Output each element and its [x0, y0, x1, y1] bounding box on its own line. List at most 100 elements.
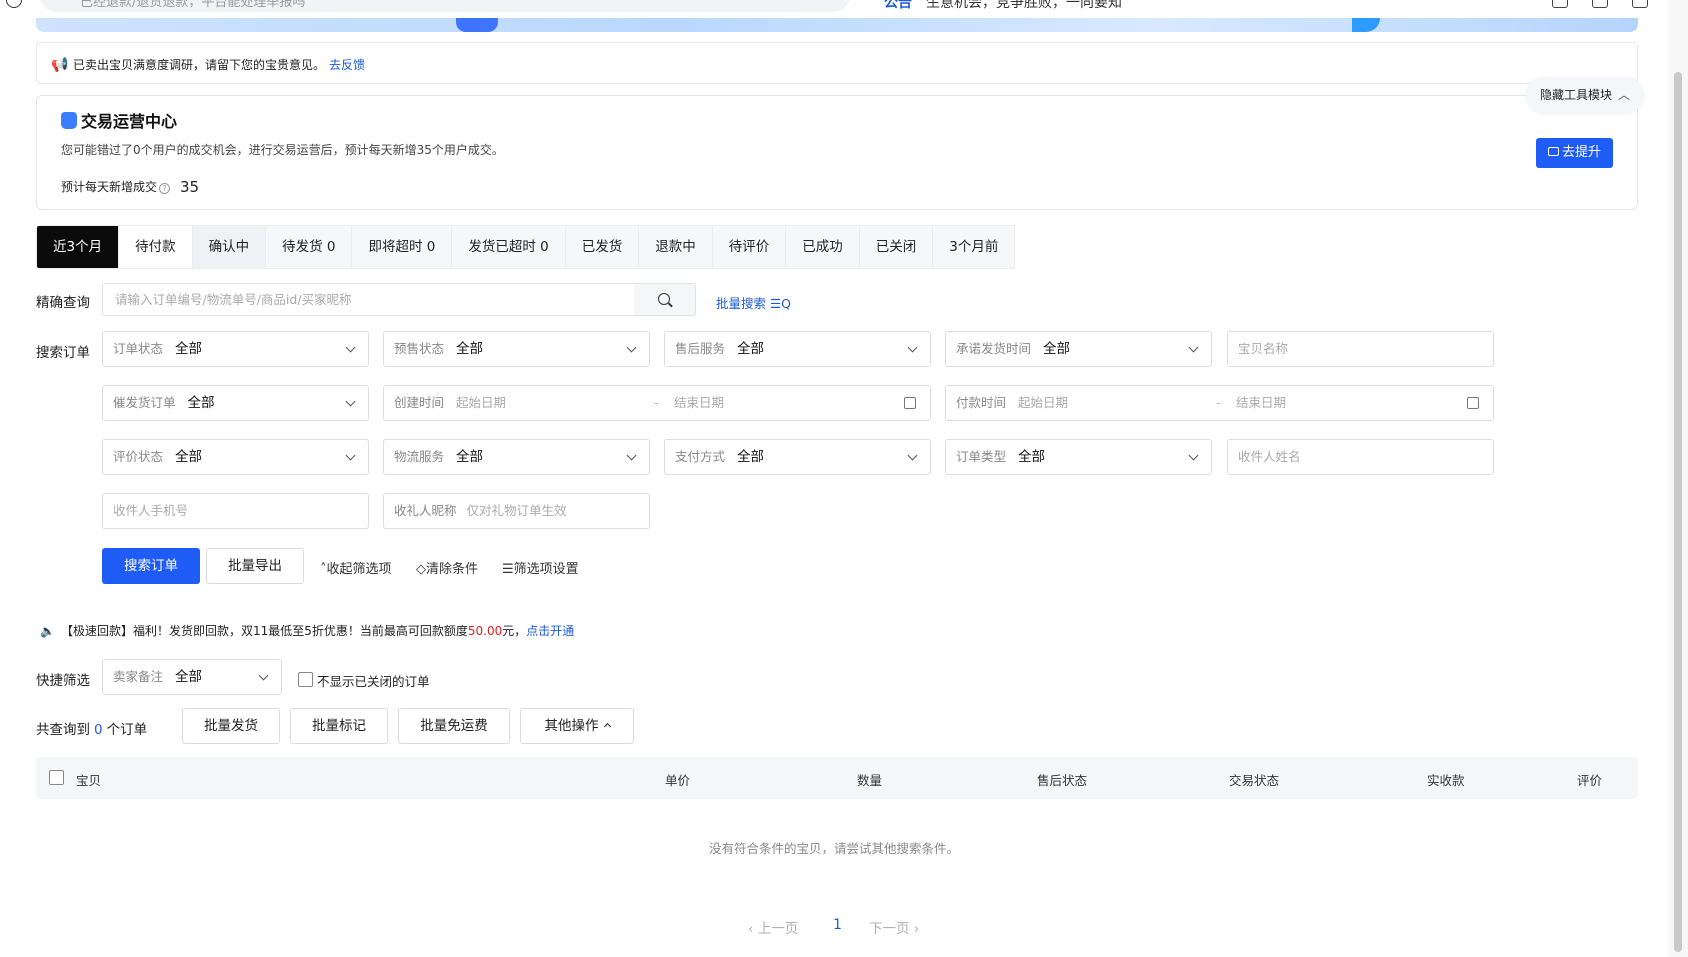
banner-decoration — [1352, 18, 1380, 32]
estimate-value: 35 — [180, 178, 200, 196]
logistics-label: 物流服务 — [394, 449, 445, 464]
money-bag-icon — [61, 112, 77, 129]
promote-button[interactable]: 去提升 — [1536, 138, 1613, 168]
collapse-filters-link[interactable]: ˄收起筛选项 — [320, 558, 392, 577]
receiver-phone-placeholder: 收件人手机号 — [113, 503, 189, 518]
announcement[interactable]: 公告 生意机会，竞争胜败，一向要知 — [884, 0, 1122, 12]
order-type-select[interactable]: 订单类型 全部 — [945, 439, 1212, 475]
hide-closed-checkbox[interactable] — [298, 672, 313, 687]
ops-center-card: 交易运营中心 您可能错过了0个用户的成交机会，进行交易运营后，预计每天新增35个… — [36, 95, 1638, 210]
receiver-name-input[interactable]: 收件人姓名 — [1227, 439, 1494, 475]
global-search-input[interactable]: 已经退款/退货退款，平台能处理举报吗 — [40, 0, 850, 12]
announcement-text: 生意机会，竞争胜败，一向要知 — [926, 0, 1122, 11]
seller-remark-select[interactable]: 卖家备注 全部 — [102, 659, 282, 695]
review-status-select[interactable]: 评价状态 全部 — [102, 439, 369, 475]
chevron-down-icon — [345, 342, 356, 353]
prev-page-button[interactable]: ‹ 上一页 — [748, 917, 798, 937]
tab-pending-review[interactable]: 待评价 — [713, 226, 787, 268]
create-time-start[interactable]: 起始日期 — [456, 395, 506, 410]
feedback-message: 已卖出宝贝满意度调研，请留下您的宝贵意见。 — [73, 58, 326, 72]
collapse-filters-label: 收起筛选项 — [326, 562, 392, 577]
precise-search-input[interactable]: 请输入订单编号/物流单号/商品id/买家昵称 — [102, 283, 635, 316]
scrollbar-thumb[interactable] — [1674, 72, 1682, 952]
order-status-tabs: 近3个月 待付款 确认中 待发货 0 即将超时 0 发货已超时 0 已发货 退款… — [36, 225, 1016, 269]
tab-shipped[interactable]: 已发货 — [566, 226, 640, 268]
promo-activate-link[interactable]: 点击开通 — [526, 624, 574, 638]
promo-amount: 50.00 — [467, 624, 503, 638]
hide-closed-label[interactable]: 不显示已关闭的订单 — [317, 671, 430, 690]
global-search-placeholder: 已经退款/退货退款，平台能处理举报吗 — [80, 0, 306, 10]
chevron-down-icon — [345, 450, 356, 461]
result-count-suffix: 个订单 — [106, 722, 148, 738]
tab-about-to-timeout[interactable]: 即将超时 0 — [352, 226, 453, 268]
tab-pending-payment[interactable]: 待付款 — [119, 226, 193, 268]
column-review: 评价 — [1577, 773, 1603, 788]
help-icon[interactable]: ? — [159, 183, 171, 194]
select-all-checkbox[interactable] — [49, 770, 64, 785]
precise-search-button[interactable] — [634, 283, 696, 316]
chevron-up-icon — [603, 722, 611, 731]
column-aftersale-status: 售后状态 — [1037, 773, 1088, 788]
promo-text: 【极速回款】福利！发货即回款，双11最低至5折优惠！当前最高可回款额度 — [60, 624, 468, 638]
urge-ship-select[interactable]: 催发货订单 全部 — [102, 385, 369, 421]
presale-status-select[interactable]: 预售状态 全部 — [383, 331, 650, 367]
tab-older-than-3-months[interactable]: 3个月前 — [933, 226, 1014, 268]
feedback-bar: 📢 已卖出宝贝满意度调研，请留下您的宝贵意见。 去反馈 — [36, 42, 1638, 84]
scrollbar[interactable] — [1668, 0, 1688, 957]
column-unit-price: 单价 — [665, 773, 691, 788]
hide-tools-toggle[interactable]: 隐藏工具模块 ︿ — [1525, 77, 1644, 113]
search-orders-button[interactable]: 搜索订单 — [102, 548, 200, 584]
payment-method-select[interactable]: 支付方式 全部 — [664, 439, 931, 475]
clear-conditions-link[interactable]: ◇清除条件 — [416, 558, 478, 577]
result-count: 共查询到 0 个订单 — [36, 718, 147, 738]
filter-settings-label: 筛选项设置 — [513, 562, 579, 577]
promote-button-label: 去提升 — [1561, 145, 1601, 160]
receiver-phone-input[interactable]: 收件人手机号 — [102, 493, 369, 529]
eraser-icon: ◇ — [416, 562, 426, 577]
pay-time-end[interactable]: 结束日期 — [1236, 386, 1286, 420]
create-time-range[interactable]: 创建时间 起始日期 - 结束日期 — [383, 385, 931, 421]
page-number-1[interactable]: 1 — [833, 917, 842, 933]
history-icon[interactable] — [6, 0, 22, 8]
calendar-icon — [904, 397, 916, 409]
other-actions-button[interactable]: 其他操作 — [520, 708, 634, 744]
result-count-number: 0 — [94, 722, 103, 738]
tab-pending-shipment[interactable]: 待发货 0 — [266, 226, 353, 268]
gift-nickname-placeholder: 仅对礼物订单生效 — [466, 503, 567, 518]
tab-shipment-overdue[interactable]: 发货已超时 0 — [452, 226, 566, 268]
refresh-icon[interactable] — [1632, 0, 1648, 8]
gift-nickname-input[interactable]: 收礼人昵称 仅对礼物订单生效 — [383, 493, 650, 529]
aftersale-select[interactable]: 售后服务 全部 — [664, 331, 931, 367]
estimate-label: 预计每天新增成交 — [61, 180, 158, 194]
batch-mark-button[interactable]: 批量标记 — [290, 708, 388, 744]
batch-search-link[interactable]: 批量搜索 ☰Q — [716, 293, 791, 312]
order-type-value: 全部 — [1018, 449, 1046, 465]
precise-query-label: 精确查询 — [36, 295, 90, 311]
tab-confirming[interactable]: 确认中 — [192, 226, 267, 268]
banner[interactable] — [36, 18, 1638, 32]
batch-export-button[interactable]: 批量导出 — [206, 548, 304, 584]
payment-label: 支付方式 — [675, 449, 726, 464]
tab-closed[interactable]: 已关闭 — [860, 226, 934, 268]
next-page-button[interactable]: 下一页 › — [869, 917, 919, 937]
tab-succeeded[interactable]: 已成功 — [786, 226, 860, 268]
chevron-down-icon — [907, 342, 918, 353]
pay-time-start[interactable]: 起始日期 — [1018, 395, 1068, 410]
order-status-select[interactable]: 订单状态 全部 — [102, 331, 369, 367]
tab-refunding[interactable]: 退款中 — [639, 226, 713, 268]
filter-settings-link[interactable]: ☰筛选项设置 — [502, 558, 579, 577]
batch-ship-button[interactable]: 批量发货 — [182, 708, 280, 744]
create-time-end[interactable]: 结束日期 — [674, 386, 724, 420]
clipboard-icon[interactable] — [1592, 0, 1608, 8]
pay-time-range[interactable]: 付款时间 起始日期 - 结束日期 — [945, 385, 1494, 421]
create-time-label: 创建时间 — [394, 395, 445, 410]
feedback-link[interactable]: 去反馈 — [329, 58, 365, 72]
tab-recent-3-months[interactable]: 近3个月 — [37, 226, 120, 268]
promise-ship-time-select[interactable]: 承诺发货时间 全部 — [945, 331, 1212, 367]
gift-nickname-label: 收礼人昵称 — [394, 503, 457, 518]
logistics-select[interactable]: 物流服务 全部 — [383, 439, 650, 475]
batch-free-shipping-button[interactable]: 批量免运费 — [398, 708, 510, 744]
aftersale-value: 全部 — [737, 341, 765, 357]
star-icon[interactable] — [1552, 0, 1568, 8]
item-name-input[interactable]: 宝贝名称 — [1227, 331, 1494, 367]
